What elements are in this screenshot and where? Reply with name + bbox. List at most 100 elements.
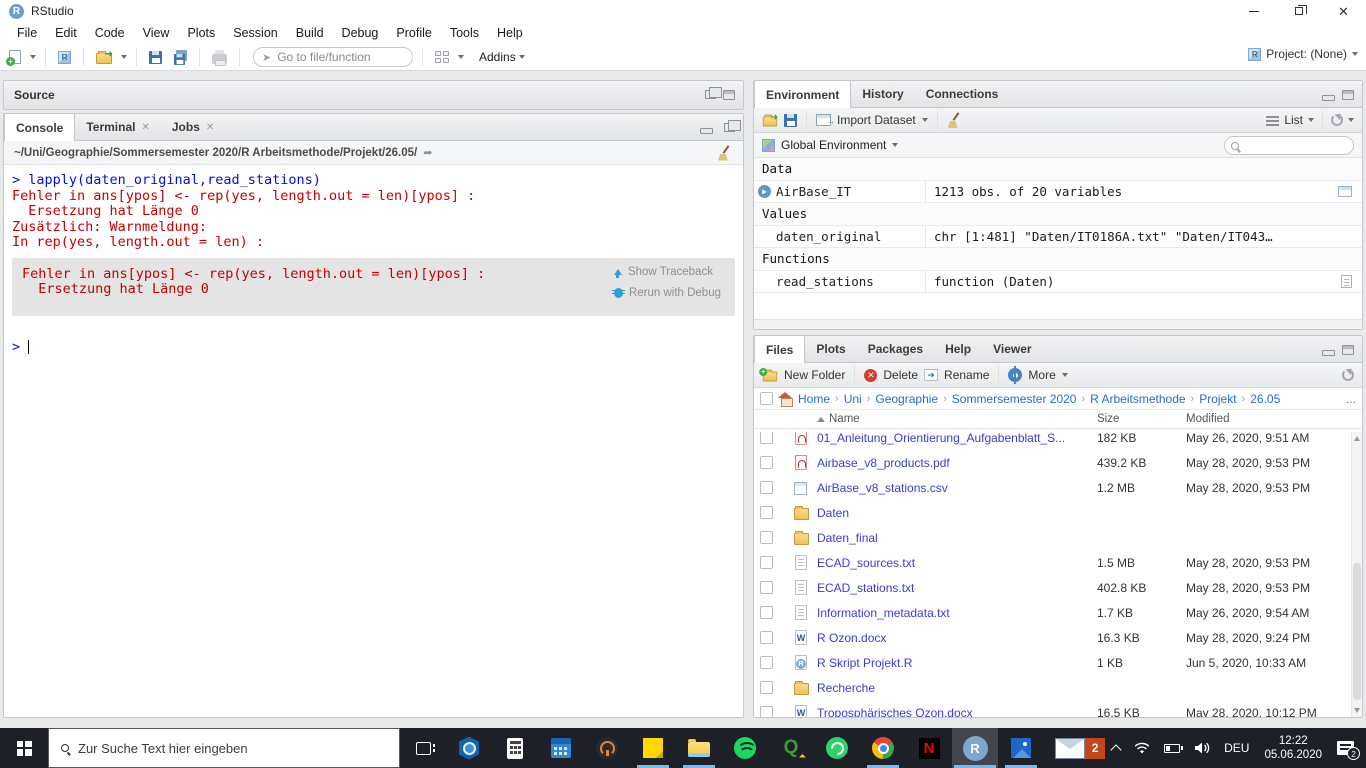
taskbar-whatsapp[interactable]: [814, 728, 860, 768]
menu-build[interactable]: Build: [287, 22, 333, 44]
refresh-caret[interactable]: [1348, 118, 1354, 122]
files-minimize-button[interactable]: [1322, 350, 1335, 356]
taskbar-qgis[interactable]: Q: [768, 728, 814, 768]
goto-directory-icon[interactable]: ➦: [423, 146, 432, 159]
tab-files[interactable]: Files: [754, 336, 805, 363]
file-link[interactable]: Airbase_v8_products.pdf: [817, 456, 950, 470]
environment-search-input[interactable]: [1243, 140, 1343, 152]
file-link[interactable]: ECAD_stations.txt: [817, 581, 914, 595]
file-row[interactable]: Daten: [754, 500, 1351, 525]
import-dataset-caret[interactable]: [922, 118, 928, 122]
tab-environment[interactable]: Environment: [754, 81, 851, 108]
save-workspace-icon[interactable]: [784, 114, 797, 127]
breadcrumb-2605[interactable]: 26.05: [1250, 392, 1280, 406]
close-button[interactable]: ✕: [1321, 0, 1366, 22]
file-row[interactable]: 01_Anleitung_Orientierung_Aufgabenblatt_…: [754, 432, 1351, 450]
menu-code[interactable]: Code: [86, 22, 134, 44]
clock-button[interactable]: 12:22 05.06.2020: [1256, 734, 1330, 762]
menu-edit[interactable]: Edit: [46, 22, 86, 44]
menu-tools[interactable]: Tools: [441, 22, 488, 44]
file-checkbox[interactable]: [760, 432, 773, 444]
tray-overflow-button[interactable]: [1105, 728, 1127, 768]
environment-minimize-button[interactable]: [1322, 95, 1335, 101]
taskbar-calendar[interactable]: [538, 728, 584, 768]
terminal-close-icon[interactable]: ✕: [141, 122, 149, 133]
addins-button[interactable]: Addins: [476, 48, 528, 66]
more-caret[interactable]: [1062, 373, 1068, 377]
minimize-button[interactable]: [1231, 0, 1276, 22]
list-view-caret[interactable]: [1308, 118, 1314, 122]
action-center-button[interactable]: 2: [1330, 728, 1366, 768]
file-row[interactable]: R Ozon.docx16.3 KBMay 28, 2020, 9:24 PM: [754, 625, 1351, 650]
file-checkbox[interactable]: [760, 631, 773, 644]
refresh-files-icon[interactable]: [1342, 369, 1354, 381]
import-dataset-button[interactable]: Import Dataset: [837, 113, 916, 127]
select-all-checkbox[interactable]: [760, 392, 773, 405]
wifi-button[interactable]: [1127, 728, 1157, 768]
show-traceback-link[interactable]: Show Traceback: [614, 266, 721, 278]
breadcrumb-geographie[interactable]: Geographie: [875, 392, 938, 406]
file-link[interactable]: 01_Anleitung_Orientierung_Aufgabenblatt_…: [817, 432, 1065, 445]
rename-button[interactable]: Rename: [944, 368, 989, 382]
console-minimize-button[interactable]: [700, 128, 713, 134]
restore-button[interactable]: [1276, 0, 1321, 22]
global-env-caret[interactable]: [892, 143, 898, 147]
list-view-button[interactable]: List: [1284, 113, 1303, 127]
menu-profile[interactable]: Profile: [387, 22, 440, 44]
new-folder-button[interactable]: New Folder: [784, 368, 845, 382]
file-row[interactable]: Troposphärisches Ozon.docx16.5 KBMay 28,…: [754, 700, 1351, 717]
menu-plots[interactable]: Plots: [178, 22, 224, 44]
file-row[interactable]: Recherche: [754, 675, 1351, 700]
start-button[interactable]: [0, 728, 48, 768]
menu-help[interactable]: Help: [488, 22, 532, 44]
goto-file-input[interactable]: [277, 50, 387, 64]
save-button[interactable]: [146, 49, 165, 66]
open-file-button[interactable]: ➜: [93, 48, 115, 66]
tab-plots[interactable]: Plots: [805, 336, 856, 362]
tab-viewer[interactable]: Viewer: [982, 336, 1042, 362]
file-checkbox[interactable]: [760, 456, 773, 469]
tab-help[interactable]: Help: [934, 336, 982, 362]
taskbar-sticky-notes[interactable]: [630, 728, 676, 768]
source-maximize-button[interactable]: [723, 90, 735, 100]
goto-file-box[interactable]: ➤: [253, 47, 413, 67]
delete-button[interactable]: Delete: [883, 368, 918, 382]
tab-packages[interactable]: Packages: [857, 336, 934, 362]
pane-layout-button[interactable]: [432, 49, 452, 65]
refresh-environment-icon[interactable]: [1331, 114, 1343, 126]
global-environment-selector[interactable]: Global Environment: [781, 138, 886, 152]
file-row[interactable]: ECAD_sources.txt1.5 MBMay 28, 2020, 9:53…: [754, 550, 1351, 575]
project-selector[interactable]: R Project: (None): [1248, 47, 1358, 61]
breadcrumb-more-button[interactable]: ...: [1346, 392, 1356, 406]
environment-hscrollbar[interactable]: [754, 319, 1362, 329]
file-row[interactable]: R Skript Projekt.R1 KBJun 5, 2020, 10:33…: [754, 650, 1351, 675]
taskbar-search-box[interactable]: [48, 728, 400, 768]
environment-maximize-button[interactable]: [1342, 90, 1354, 100]
files-scrollbar[interactable]: [1351, 432, 1362, 717]
files-maximize-button[interactable]: [1342, 345, 1354, 355]
tab-connections[interactable]: Connections: [915, 81, 1010, 107]
file-link[interactable]: ECAD_sources.txt: [817, 556, 915, 570]
mail-button[interactable]: 2: [1048, 728, 1105, 768]
file-checkbox[interactable]: [760, 481, 773, 494]
breadcrumb-uni[interactable]: Uni: [844, 392, 862, 406]
column-modified[interactable]: Modified: [1186, 413, 1229, 425]
tab-console[interactable]: Console: [4, 114, 75, 141]
source-restore-button[interactable]: [705, 90, 716, 99]
new-project-button[interactable]: R: [55, 49, 74, 66]
view-function-icon[interactable]: [1341, 275, 1352, 288]
folder-link[interactable]: Daten_final: [817, 531, 878, 545]
file-checkbox[interactable]: [760, 556, 773, 569]
file-link[interactable]: R Skript Projekt.R: [817, 656, 912, 670]
menu-view[interactable]: View: [134, 22, 179, 44]
env-row-airbase[interactable]: ▶AirBase_IT 1213 obs. of 20 variables: [754, 181, 1362, 204]
env-row-read-stations[interactable]: read_stations function (Daten): [754, 271, 1362, 294]
file-checkbox[interactable]: [760, 506, 773, 519]
language-button[interactable]: DEU: [1217, 728, 1256, 768]
file-row[interactable]: ECAD_stations.txt402.8 KBMay 28, 2020, 9…: [754, 575, 1351, 600]
clear-console-icon[interactable]: [717, 145, 733, 161]
scroll-up-icon[interactable]: [1354, 436, 1360, 441]
volume-button[interactable]: [1187, 728, 1217, 768]
file-link[interactable]: R Ozon.docx: [817, 631, 886, 645]
new-file-button[interactable]: +: [6, 48, 24, 66]
